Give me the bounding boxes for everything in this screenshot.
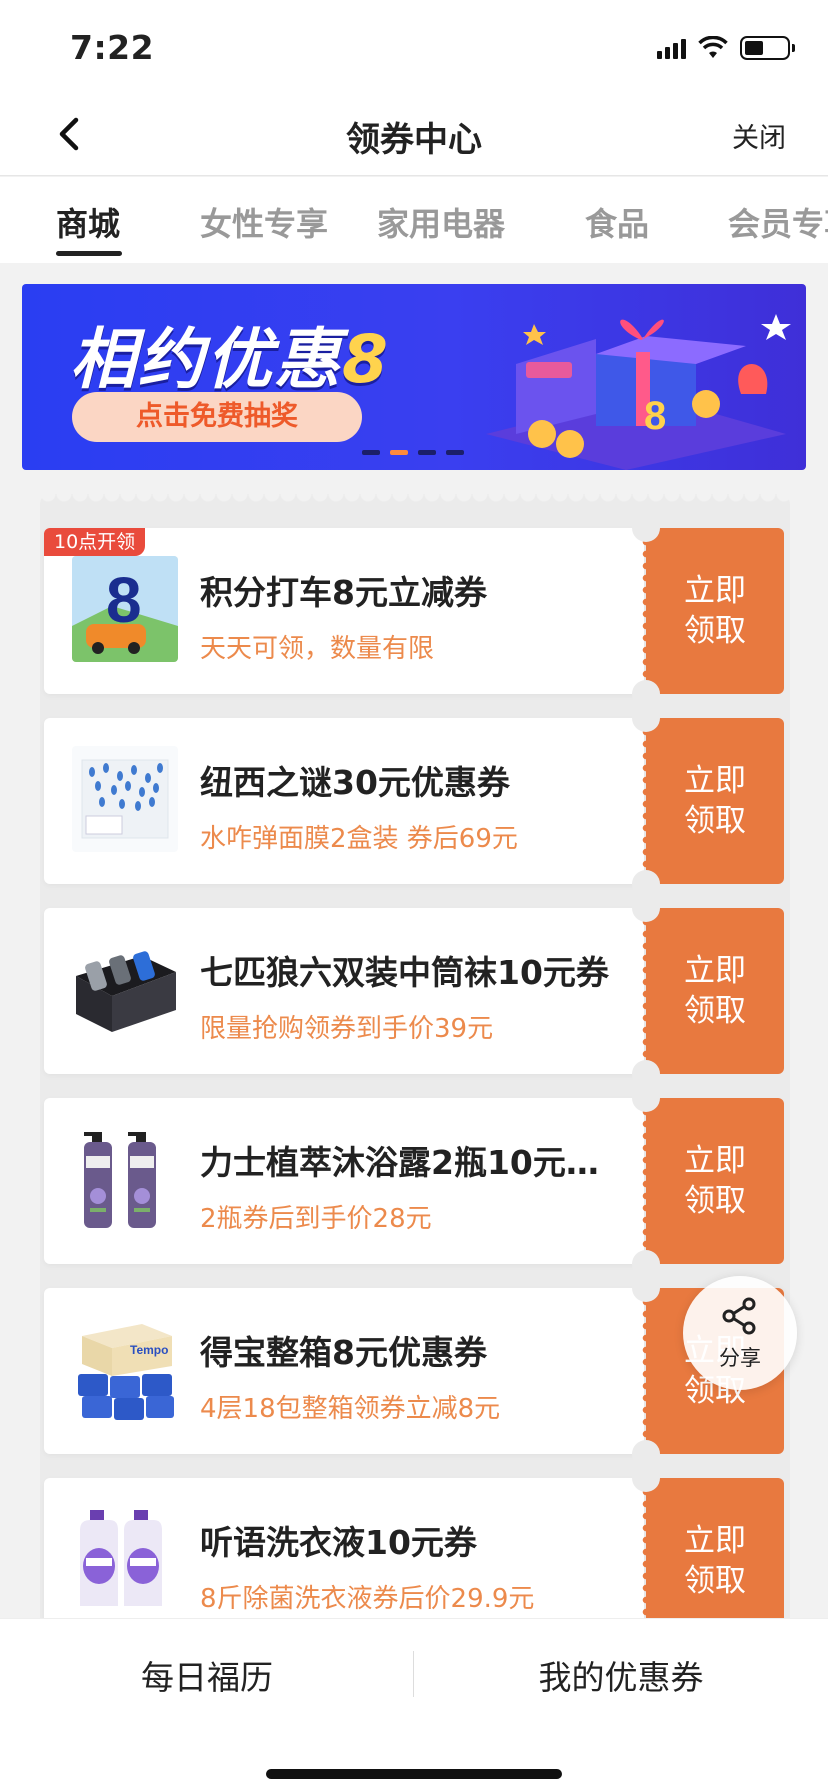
coupon-title: 听语洗衣液10元券 bbox=[200, 1523, 477, 1562]
body-wash-icon bbox=[72, 1126, 178, 1232]
ticket-notch bbox=[632, 1464, 660, 1492]
coupon-desc: 限量抢购领券到手价39元 bbox=[200, 1014, 494, 1044]
coupon-title: 力士植萃沐浴露2瓶10元… bbox=[200, 1143, 599, 1182]
cellular-signal-icon bbox=[657, 37, 686, 59]
coupon-title: 七匹狼六双装中筒袜10元券 bbox=[200, 953, 609, 992]
coupon-card[interactable]: 七匹狼六双装中筒袜10元券 限量抢购领券到手价39元 立即 领取 bbox=[44, 894, 784, 1088]
claim-label: 立即 领取 bbox=[684, 953, 746, 1029]
coupon-card[interactable]: 力士植萃沐浴露2瓶10元… 2瓶券后到手价28元 立即 领取 bbox=[44, 1084, 784, 1278]
tab-indicator bbox=[56, 251, 122, 256]
claim-label: 立即 领取 bbox=[684, 573, 746, 649]
socks-box-icon bbox=[72, 936, 178, 1042]
share-icon bbox=[722, 1297, 756, 1335]
ticket-notch bbox=[632, 1274, 660, 1302]
svg-text:8: 8 bbox=[644, 394, 666, 438]
coupon-badge: 10点开领 bbox=[44, 528, 146, 556]
ticket-notch bbox=[632, 704, 660, 732]
banner-pager bbox=[362, 450, 464, 455]
banner-title: 相约优惠8 bbox=[70, 306, 390, 402]
coupon-title: 得宝整箱8元优惠券 bbox=[200, 1333, 487, 1372]
bottom-bar: 每日福历 我的优惠券 bbox=[0, 1618, 828, 1792]
taxi-icon: 8 bbox=[72, 556, 178, 662]
claim-button[interactable]: 立即 领取 bbox=[642, 908, 784, 1074]
coupon-title: 纽西之谜30元优惠券 bbox=[200, 763, 510, 802]
battery-icon bbox=[740, 36, 795, 60]
pager-dot-active bbox=[390, 450, 408, 455]
tab-food[interactable]: 食品 bbox=[585, 199, 649, 245]
coupon-info[interactable]: 纽西之谜30元优惠券 水咋弹面膜2盒装 券后69元 bbox=[44, 718, 644, 884]
daily-calendar-tab[interactable]: 每日福历 bbox=[0, 1651, 414, 1699]
coupon-info[interactable]: Tempo 得宝整箱8元优惠券 4层18包整箱领券立减8元 bbox=[44, 1288, 644, 1454]
coupon-desc: 8斤除菌洗衣液券后价29.9元 bbox=[200, 1584, 535, 1614]
ticket-notch bbox=[632, 514, 660, 542]
wifi-icon bbox=[698, 36, 728, 58]
pager-dot bbox=[418, 450, 436, 455]
coupon-desc: 2瓶券后到手价28元 bbox=[200, 1204, 432, 1234]
coupon-info[interactable]: 力士植萃沐浴露2瓶10元… 2瓶券后到手价28元 bbox=[44, 1098, 644, 1264]
my-coupons-tab[interactable]: 我的优惠券 bbox=[414, 1651, 828, 1699]
svg-text:Tempo: Tempo bbox=[130, 1343, 168, 1357]
promo-banner[interactable]: 相约优惠8 点击免费抽奖 8 bbox=[22, 284, 806, 470]
category-tabs: 商城 女性专享 家用电器 食品 会员专享 bbox=[0, 177, 828, 263]
pager-dot bbox=[446, 450, 464, 455]
share-button[interactable]: 分享 bbox=[683, 1276, 797, 1390]
banner-title-main: 相约优惠 bbox=[70, 321, 342, 398]
claim-button[interactable]: 立即 领取 bbox=[642, 718, 784, 884]
status-time: 7:22 bbox=[70, 28, 155, 67]
banner-title-number: 8 bbox=[342, 321, 390, 398]
tissue-pack-icon: Tempo bbox=[72, 1316, 178, 1422]
pager-dot bbox=[362, 450, 380, 455]
tab-mall[interactable]: 商城 bbox=[56, 199, 120, 245]
coupon-info[interactable]: 七匹狼六双装中筒袜10元券 限量抢购领券到手价39元 bbox=[44, 908, 644, 1074]
coupon-desc: 天天可领，数量有限 bbox=[200, 634, 435, 664]
claim-label: 立即 领取 bbox=[684, 1143, 746, 1219]
share-label: 分享 bbox=[719, 1346, 761, 1370]
gift-box-illustration: 8 bbox=[486, 314, 791, 470]
banner-cta-button[interactable]: 点击免费抽奖 bbox=[72, 392, 362, 442]
claim-label: 立即 领取 bbox=[684, 1523, 746, 1599]
coupon-desc: 4层18包整箱领券立减8元 bbox=[200, 1394, 501, 1424]
claim-button[interactable]: 立即 领取 bbox=[642, 1098, 784, 1264]
tab-women[interactable]: 女性专享 bbox=[200, 199, 328, 245]
close-button[interactable]: 关闭 bbox=[732, 116, 786, 155]
nav-bar: 领券中心 关闭 bbox=[0, 92, 828, 176]
coupon-title: 积分打车8元立减券 bbox=[200, 573, 487, 612]
ticket-notch bbox=[632, 894, 660, 922]
coupon-card[interactable]: 8 积分打车8元立减券 天天可领，数量有限 10点开领 立即 领取 bbox=[44, 514, 784, 708]
coupon-card[interactable]: 纽西之谜30元优惠券 水咋弹面膜2盒装 券后69元 立即 领取 bbox=[44, 704, 784, 898]
page-title: 领券中心 bbox=[346, 120, 482, 160]
tab-member[interactable]: 会员专享 bbox=[728, 199, 828, 245]
tab-appliances[interactable]: 家用电器 bbox=[377, 199, 505, 245]
home-indicator bbox=[266, 1769, 562, 1779]
claim-button[interactable]: 立即 领取 bbox=[642, 528, 784, 694]
status-icons bbox=[657, 36, 795, 60]
mask-box-icon bbox=[72, 746, 178, 852]
coupon-desc: 水咋弹面膜2盒装 券后69元 bbox=[200, 824, 518, 854]
claim-label: 立即 领取 bbox=[684, 763, 746, 839]
coupon-card[interactable]: Tempo 得宝整箱8元优惠券 4层18包整箱领券立减8元 立即 领取 bbox=[44, 1274, 784, 1468]
ticket-notch bbox=[632, 1084, 660, 1112]
detergent-icon bbox=[72, 1506, 178, 1612]
status-bar: 7:22 bbox=[0, 0, 828, 92]
